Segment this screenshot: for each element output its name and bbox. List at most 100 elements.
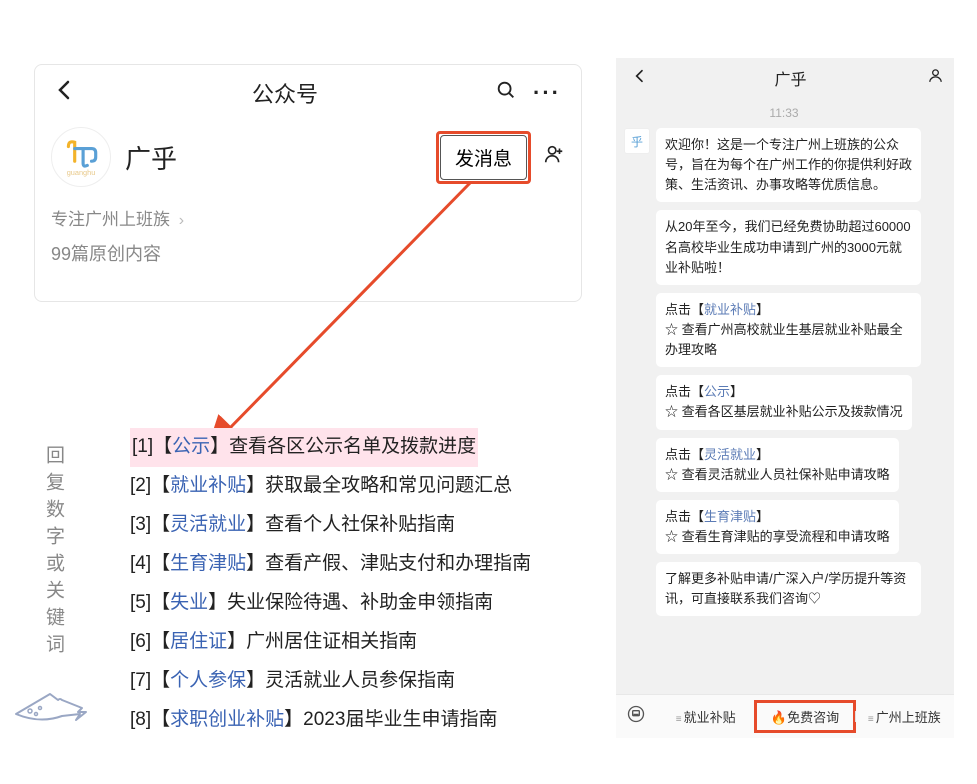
official-account-card: 公众号 ··· guanghu 广乎 发消息 专注广州上班族 › 99篇原创内容 [34, 64, 582, 302]
chat-message: 点击【生育津贴】 ☆ 查看生育津贴的享受流程和申请攻略 [624, 500, 944, 554]
chat-note: ☆ 查看生育津贴的享受流程和申请攻略 [665, 529, 890, 544]
chat-note: ☆ 查看广州高校就业生基层就业补贴最全办理攻略 [665, 322, 903, 357]
add-contact-icon[interactable] [543, 143, 565, 171]
reply-item: [7]【个人参保】灵活就业人员参保指南 [130, 670, 455, 691]
menu-dropdown-icon: ≡ [676, 714, 682, 725]
chevron-right-icon: › [179, 212, 184, 229]
search-icon[interactable] [487, 79, 525, 107]
reply-desc: 查看各区公示名单及拨款进度 [229, 436, 476, 457]
menu-label: 免费咨询 [787, 710, 839, 725]
reply-keyword-list: [1]【公示】查看各区公示名单及拨款进度 [2]【就业补贴】获取最全攻略和常见问题… [130, 428, 531, 740]
chat-title: 广乎 [654, 66, 927, 90]
chat-text: 】 [756, 447, 769, 462]
chat-note: ☆ 查看各区基层就业补贴公示及拨款情况 [665, 404, 903, 419]
reply-item: [4]【生育津贴】查看产假、津贴支付和办理指南 [130, 553, 531, 574]
reply-keyword: 生育津贴 [170, 553, 246, 574]
reply-keyword: 个人参保 [170, 670, 246, 691]
chat-bubble: 欢迎你！这是一个专注广州上班族的公众号，旨在为每个在广州工作的你提供利好政策、生… [656, 128, 921, 202]
reply-desc: 2023届毕业生申请指南 [303, 709, 497, 730]
menu-label: 就业补贴 [684, 710, 736, 725]
chat-message: 了解更多补贴申请/广深入户/学历提升等资讯，可直接联系我们咨询♡ [624, 562, 944, 616]
reply-keyword: 灵活就业 [170, 514, 246, 535]
send-message-button[interactable]: 发消息 [440, 135, 527, 180]
reply-desc: 广州居住证相关指南 [246, 631, 417, 652]
menu-dropdown-icon: ≡ [868, 714, 874, 725]
reply-desc: 灵活就业人员参保指南 [265, 670, 455, 691]
chat-bubble: 点击【生育津贴】 ☆ 查看生育津贴的享受流程和申请攻略 [656, 500, 899, 554]
menu-item[interactable]: ≡广州上班族 [855, 703, 954, 730]
chat-header: 广乎 [616, 58, 954, 98]
chat-bubble: 点击【就业补贴】 ☆ 查看广州高校就业生基层就业补贴最全办理攻略 [656, 293, 921, 367]
reply-index: [1] [132, 436, 153, 457]
reply-vertical-label: 回复数字或关键词 [40, 445, 67, 661]
reply-item: [8]【求职创业补贴】2023届毕业生申请指南 [130, 709, 497, 730]
chat-text: 点击【 [665, 509, 704, 524]
chat-message: 点击【灵活就业】 ☆ 查看灵活就业人员社保补贴申请攻略 [624, 438, 944, 492]
menu-item[interactable]: 🔥免费咨询 [755, 703, 854, 730]
menu-label: 广州上班族 [876, 710, 941, 725]
reply-index: [8] [130, 709, 151, 730]
reply-keyword: 失业 [170, 592, 208, 613]
back-icon[interactable] [47, 76, 83, 110]
chat-message: 点击【公示】 ☆ 查看各区基层就业补贴公示及拨款情况 [624, 375, 944, 429]
reply-index: [3] [130, 514, 151, 535]
chat-body: 11:33 乎 欢迎你！这是一个专注广州上班族的公众号，旨在为每个在广州工作的你… [616, 98, 954, 694]
reply-item: [3]【灵活就业】查看个人社保补贴指南 [130, 514, 455, 535]
reply-keyword: 公示 [172, 436, 210, 457]
more-icon[interactable]: ··· [525, 80, 569, 106]
reply-item: [2]【就业补贴】获取最全攻略和常见问题汇总 [130, 475, 512, 496]
chat-text: 点击【 [665, 302, 704, 317]
chat-text: 】 [730, 384, 743, 399]
chat-bottom-menu: ≡就业补贴🔥免费咨询≡广州上班族 [616, 694, 954, 738]
chat-link[interactable]: 灵活就业 [704, 447, 756, 462]
chat-text: 】 [756, 509, 769, 524]
chat-text: 】 [756, 302, 769, 317]
chat-text: 点击【 [665, 447, 704, 462]
chat-bubble: 了解更多补贴申请/广深入户/学历提升等资讯，可直接联系我们咨询♡ [656, 562, 921, 616]
chat-text: 点击【 [665, 384, 704, 399]
reply-desc: 查看个人社保补贴指南 [265, 514, 455, 535]
chat-link[interactable]: 公示 [704, 384, 730, 399]
reply-item: [6]【居住证】广州居住证相关指南 [130, 631, 417, 652]
chat-note: ☆ 查看灵活就业人员社保补贴申请攻略 [665, 467, 890, 482]
reply-index: [5] [130, 592, 151, 613]
reply-keyword: 居住证 [170, 631, 227, 652]
account-tagline: 专注广州上班族 [51, 210, 170, 229]
account-avatar[interactable]: guanghu [51, 127, 111, 187]
profile-icon[interactable] [927, 67, 944, 89]
reply-index: [2] [130, 475, 151, 496]
chat-link[interactable]: 生育津贴 [704, 509, 756, 524]
reply-index: [6] [130, 631, 151, 652]
chat-avatar[interactable]: 乎 [624, 128, 650, 154]
chat-message: 点击【就业补贴】 ☆ 查看广州高校就业生基层就业补贴最全办理攻略 [624, 293, 944, 367]
chat-bubble: 点击【灵活就业】 ☆ 查看灵活就业人员社保补贴申请攻略 [656, 438, 899, 492]
chat-message: 从20年至今，我们已经免费协助超过60000名高校毕业生成功申请到广州的3000… [624, 210, 944, 284]
official-account-title: 公众号 [83, 77, 487, 109]
chat-timestamp: 11:33 [624, 106, 944, 120]
account-row: guanghu 广乎 发消息 [35, 121, 581, 197]
reply-keyword: 求职创业补贴 [170, 709, 284, 730]
chat-link[interactable]: 就业补贴 [704, 302, 756, 317]
reply-desc: 查看产假、津贴支付和办理指南 [265, 553, 531, 574]
fire-icon: 🔥 [771, 710, 787, 725]
chat-bubble: 点击【公示】 ☆ 查看各区基层就业补贴公示及拨款情况 [656, 375, 912, 429]
account-tagline-row[interactable]: 专注广州上班族 › [35, 197, 581, 230]
reply-keyword: 就业补贴 [170, 475, 246, 496]
account-articles-count: 99篇原创内容 [35, 230, 581, 266]
reply-desc: 失业保险待遇、补助金申领指南 [227, 592, 493, 613]
reply-index: [7] [130, 670, 151, 691]
reply-item: [5]【失业】失业保险待遇、补助金申领指南 [130, 592, 493, 613]
chat-window: 广乎 11:33 乎 欢迎你！这是一个专注广州上班族的公众号，旨在为每个在广州工… [616, 58, 954, 738]
reply-index: [4] [130, 553, 151, 574]
account-name: 广乎 [125, 139, 440, 176]
back-icon[interactable] [626, 67, 654, 90]
reply-desc: 获取最全攻略和常见问题汇总 [265, 475, 512, 496]
menu-item[interactable]: ≡就业补贴 [656, 703, 755, 730]
chat-message: 乎 欢迎你！这是一个专注广州上班族的公众号，旨在为每个在广州工作的你提供利好政策… [624, 128, 944, 202]
send-message-label: 发消息 [455, 149, 512, 170]
cheese-arrow-icon [10, 678, 90, 728]
keyboard-toggle-icon[interactable] [616, 704, 656, 729]
official-account-header: 公众号 ··· [35, 65, 581, 121]
svg-text:guanghu: guanghu [67, 168, 96, 177]
reply-item: [1]【公示】查看各区公示名单及拨款进度 [130, 428, 478, 467]
